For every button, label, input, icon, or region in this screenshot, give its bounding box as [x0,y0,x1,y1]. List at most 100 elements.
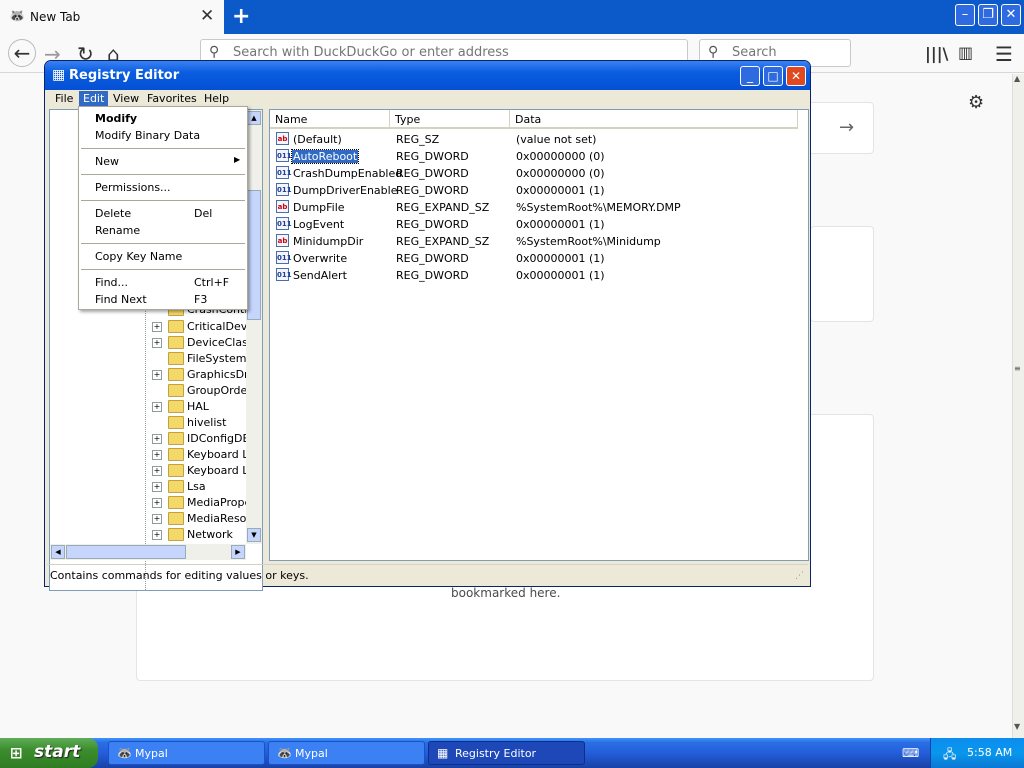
status-text: Contains commands for editing values or … [50,569,309,582]
browser-minimize-button[interactable]: – [955,4,975,26]
value-row[interactable]: 011 CrashDumpEnabled REG_DWORD 0x00000000 … [270,165,808,182]
expand-icon: + [152,482,162,492]
system-tray: 🖧 5:58 AM [930,738,1024,768]
menu-item-find-next[interactable]: Find Next [95,293,147,306]
menu-item-modify[interactable]: Modify [95,112,137,125]
menu-item-copy-key-name[interactable]: Copy Key Name [95,250,182,263]
expand-icon: + [152,370,162,380]
gear-icon[interactable]: ⚙ [968,92,984,113]
search-icon: ⚲ [708,44,719,60]
back-arrow-icon[interactable]: ← [8,39,36,67]
keyboard-icon[interactable]: ⌨ [902,746,919,760]
menu-hamburger-icon[interactable]: ☰ [995,42,1013,66]
value-row[interactable]: 011 LogEvent REG_DWORD 0x00000001 (1) [270,216,808,233]
expand-icon: + [152,450,162,460]
binary-value-icon: 011 [276,217,292,230]
close-tab-icon[interactable]: ✕ [200,6,214,26]
value-row[interactable]: 011 AutoReboot REG_DWORD 0x00000000 (0) [270,148,808,165]
expand-icon: + [152,322,162,332]
expand-icon: + [152,530,162,540]
window-title: Registry Editor [69,68,180,83]
string-value-icon: ab [276,200,289,213]
binary-value-icon: 011 [276,183,292,196]
menu-item-find[interactable]: Find... [95,276,128,289]
value-row[interactable]: 011 DumpDriverEnable REG_DWORD 0x00000001 … [270,182,808,199]
top-sites-panel [810,226,874,322]
expand-icon: + [152,514,162,524]
string-value-icon: ab [276,132,289,145]
taskbar-button-mypal-2[interactable]: 🦝 Mypal [268,741,425,765]
string-value-icon: ab [276,234,289,247]
search-icon: ⚲ [209,44,220,60]
menu-item-delete[interactable]: Delete [95,207,131,220]
menu-edit[interactable]: Edit [79,91,109,106]
mypal-logo-icon: 🦝 [9,9,26,24]
shortcut-find: Ctrl+F [194,276,230,289]
tab-title: New Tab [30,10,81,24]
browser-restore-button[interactable]: ❐ [978,4,998,26]
page-scrollbar[interactable]: ▲ ≡ ▼ [1012,74,1024,738]
expand-icon: + [152,434,162,444]
menu-item-new[interactable]: New [95,155,119,168]
value-row[interactable]: ab DumpFile REG_EXPAND_SZ %SystemRoot%\MEM… [270,199,808,216]
column-header-type[interactable]: Type [390,110,510,129]
arrow-right-icon[interactable]: → [839,117,854,138]
expand-icon: + [152,402,162,412]
value-row[interactable]: 011 Overwrite REG_DWORD 0x00000001 (1) [270,250,808,267]
regedit-icon: ▦ [437,746,449,760]
resize-grip-icon[interactable]: ⋰ [795,571,804,581]
scroll-down-icon: ▼ [247,528,261,542]
expand-icon: + [152,498,162,508]
value-row[interactable]: ab MinidumpDir REG_EXPAND_SZ %SystemRoot%\… [270,233,808,250]
shortcut-find-next: F3 [194,293,208,306]
column-header-name[interactable]: Name [270,110,390,129]
menu-item-modify-binary[interactable]: Modify Binary Data [95,129,200,142]
binary-value-icon: 011 [276,251,292,264]
browser-tab[interactable]: 🦝 New Tab ✕ [0,0,224,34]
expand-icon: + [152,466,162,476]
clock[interactable]: 5:58 AM [967,746,1012,759]
minimize-button[interactable]: _ [740,66,760,86]
mypal-logo-icon: 🦝 [277,746,292,760]
new-tab-button[interactable]: + [232,4,250,29]
browser-close-button[interactable]: ✕ [1001,4,1021,26]
menu-file[interactable]: File [51,91,77,106]
network-icon[interactable]: 🖧 [943,745,956,766]
maximize-button[interactable]: □ [763,66,783,86]
values-list-pane[interactable]: Name Type Data ab (Default) REG_SZ (value … [269,109,809,561]
menu-item-permissions[interactable]: Permissions... [95,181,171,194]
tree-horizontal-scrollbar[interactable]: ◀ ▶ [50,544,246,560]
scroll-right-icon: ▶ [231,545,245,559]
menu-help[interactable]: Help [200,91,233,106]
sidebar-icon[interactable]: ▥ [958,43,973,62]
menu-favorites[interactable]: Favorites [143,91,201,106]
taskbar-button-registry-editor[interactable]: ▦ Registry Editor [428,741,585,765]
scroll-left-icon: ◀ [51,545,65,559]
binary-value-icon: 011 [276,268,292,281]
library-icon[interactable]: |||\ [925,44,948,63]
start-label: start [34,742,81,762]
expand-icon: + [152,338,162,348]
scroll-thumb [66,545,186,559]
submenu-arrow-icon: ▶ [234,155,241,164]
scroll-up-icon: ▲ [247,111,261,125]
tree-vertical-scrollbar[interactable]: ▲ ▼ [246,110,262,544]
binary-value-icon: 011 [276,166,292,179]
mypal-logo-icon: 🦝 [117,746,132,760]
value-row[interactable]: 011 SendAlert REG_DWORD 0x00000001 (1) [270,267,808,284]
shortcut-delete: Del [194,207,213,220]
taskbar-button-mypal-1[interactable]: 🦝 Mypal [108,741,265,765]
column-header-data[interactable]: Data [510,110,798,129]
windows-logo-icon: ⊞ [10,744,23,762]
menu-view[interactable]: View [109,91,143,106]
value-row[interactable]: ab (Default) REG_SZ (value not set) [270,131,808,148]
search-input[interactable] [730,44,844,61]
bookmarked-text: bookmarked here. [451,586,561,600]
start-button[interactable]: ⊞ start [0,738,98,768]
window-title-bar[interactable]: ▦ Registry Editor [45,61,810,90]
address-input[interactable] [231,44,675,61]
edit-menu-dropdown: Modify Modify Binary Data New ▶ Permissi… [78,106,248,310]
close-button[interactable]: ✕ [786,66,806,86]
menu-item-rename[interactable]: Rename [95,224,140,237]
scroll-thumb [247,190,261,320]
